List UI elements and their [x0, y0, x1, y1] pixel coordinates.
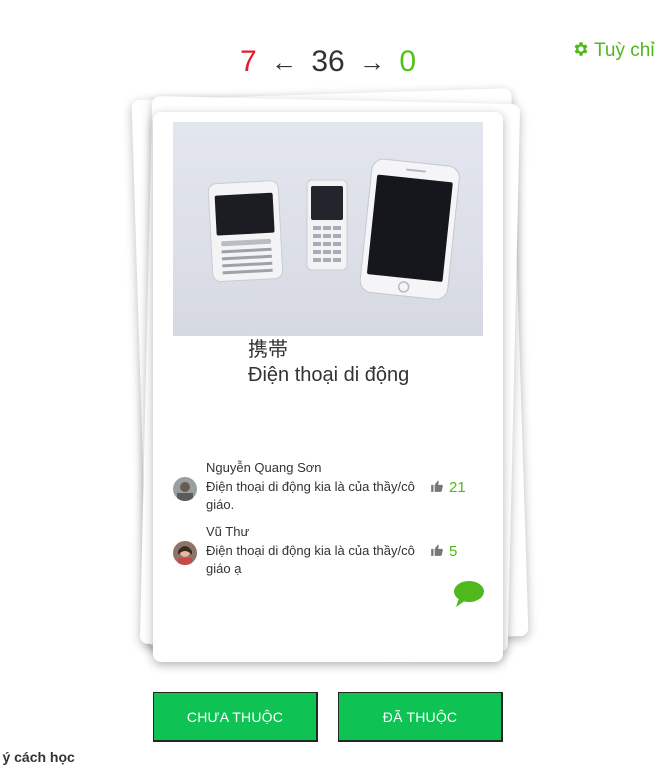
study-suggestion-link[interactable]: p ý cách học [0, 749, 75, 765]
known-count: 0 [399, 45, 417, 78]
thumbs-up-icon [431, 480, 443, 492]
comment-text: Điện thoại di động kia là của thầy/cô gi… [206, 543, 415, 576]
vocabulary-image [173, 122, 483, 336]
like-button[interactable]: 5 [430, 543, 457, 560]
flashcard[interactable]: 携帯 Điện thoại di động Nguyễn Quang Sơn Đ… [153, 112, 503, 662]
comment-author[interactable]: Vũ Thư [206, 524, 249, 540]
progress-counter: 7 ← 36 → 0 [0, 44, 656, 80]
right-arrow: → [359, 47, 386, 77]
remaining-count: 36 [311, 45, 345, 78]
unknown-count: 7 [239, 45, 257, 78]
vocabulary-meaning: Điện thoại di động [248, 364, 410, 386]
left-arrow: ← [270, 47, 297, 77]
like-button[interactable]: 21 [430, 479, 466, 496]
comment-text: Điện thoại di động kia là của thầy/cô gi… [206, 479, 415, 512]
not-learned-button[interactable]: CHƯA THUỘC [153, 692, 318, 742]
speech-bubble-icon[interactable] [453, 580, 485, 608]
vocabulary-word: 携帯 [248, 339, 288, 361]
settings-label: Tuỳ chỉ [594, 40, 655, 61]
like-count: 5 [449, 543, 458, 560]
settings-link[interactable]: Tuỳ chỉ [572, 40, 655, 62]
like-count: 21 [449, 479, 466, 496]
thumbs-up-icon [431, 544, 443, 556]
comment-author[interactable]: Nguyễn Quang Sơn [206, 460, 322, 476]
avatar[interactable] [173, 477, 197, 501]
gear-icon [574, 42, 588, 56]
avatar[interactable] [173, 541, 197, 565]
learned-button[interactable]: ĐÃ THUỘC [338, 692, 503, 742]
